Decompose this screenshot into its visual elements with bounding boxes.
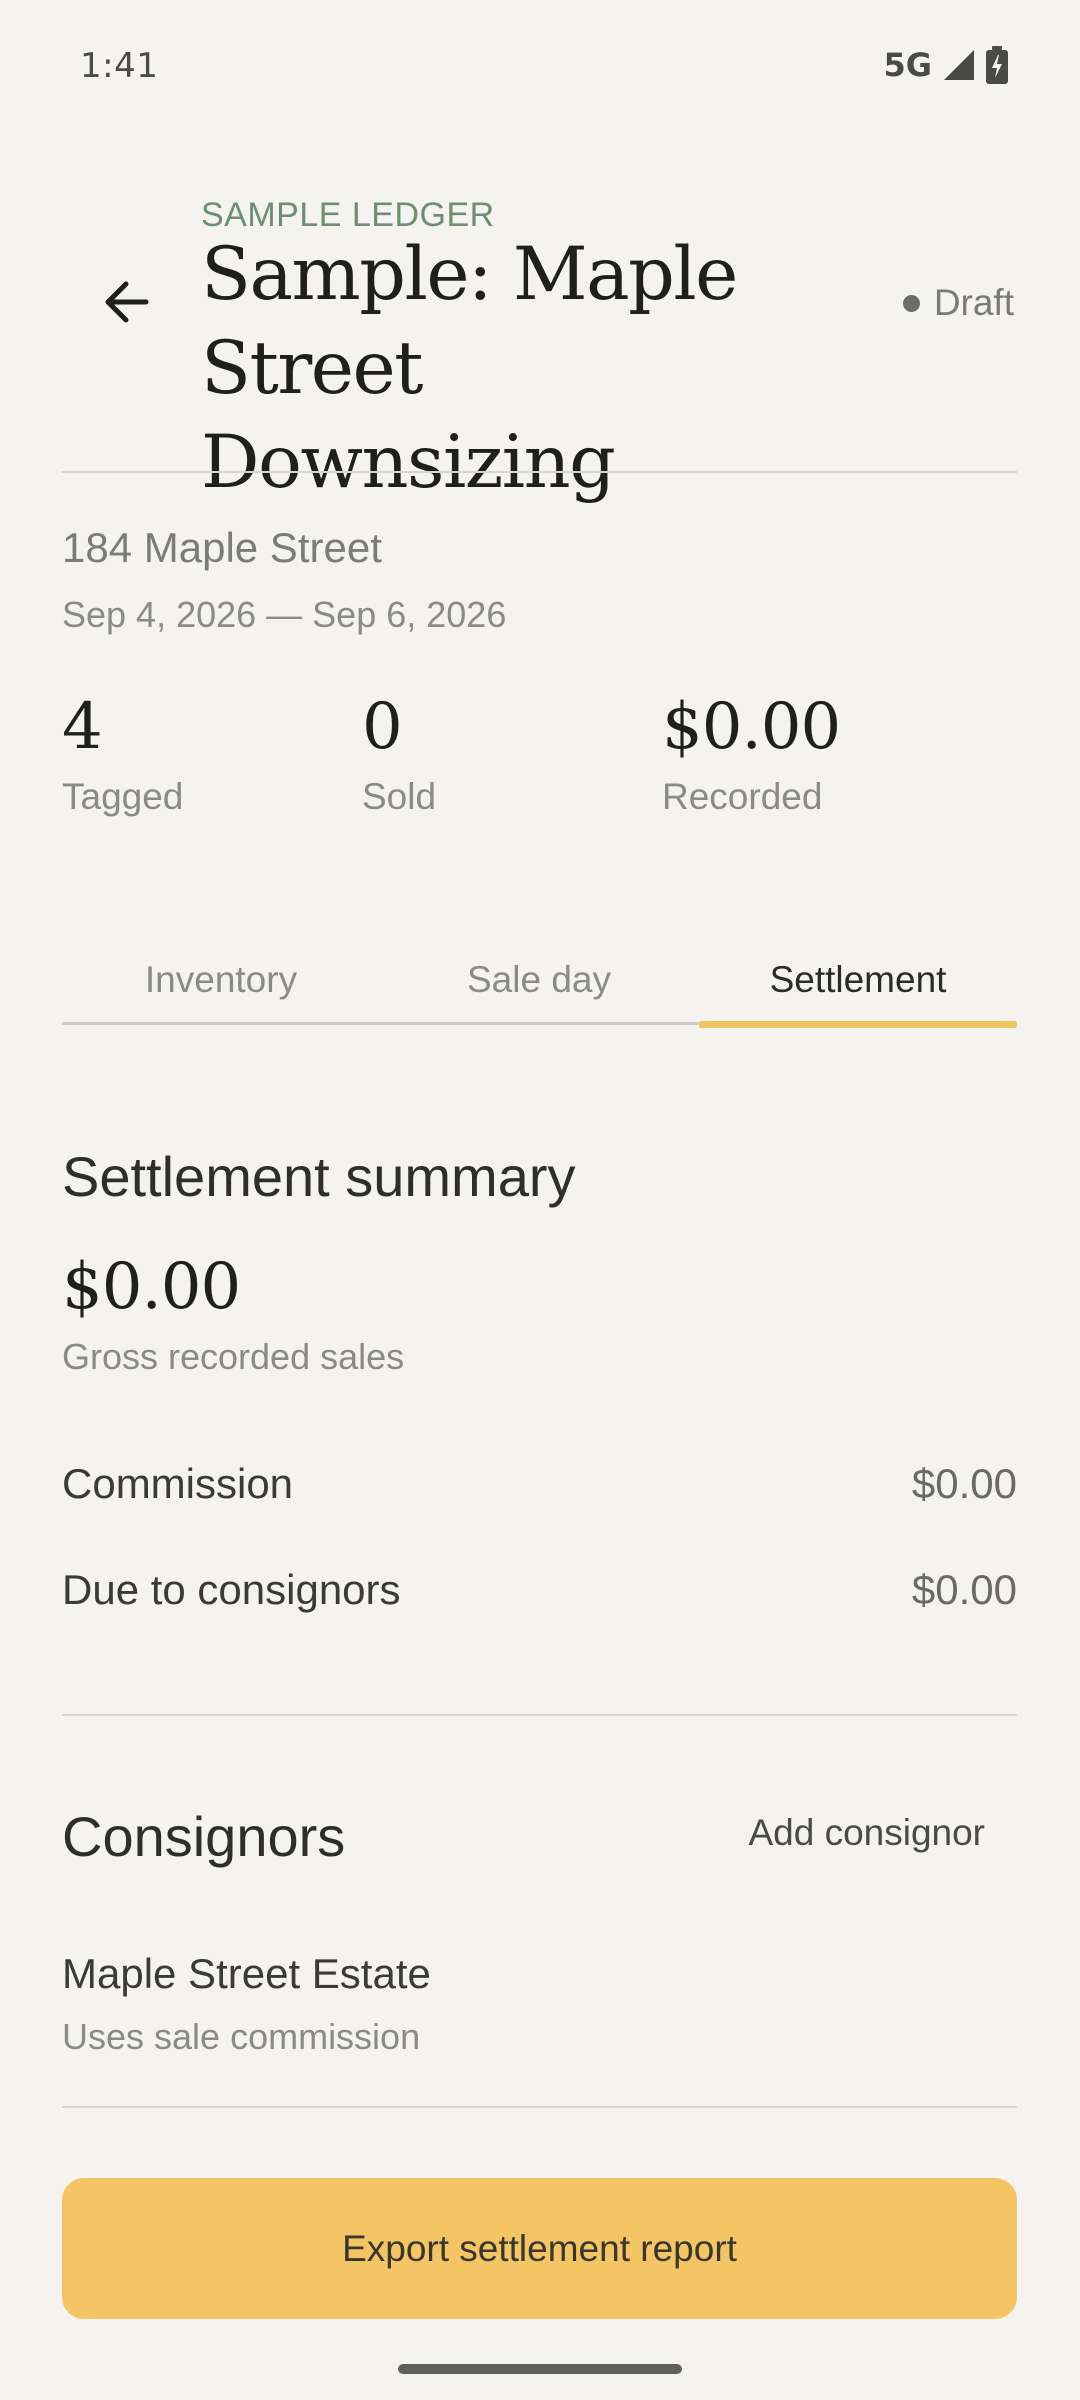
tab-settlement[interactable]: Settlement bbox=[699, 930, 1017, 1030]
due-to-consignors-row: Due to consignors $0.00 bbox=[62, 1566, 1017, 1614]
row-value: $0.00 bbox=[911, 1566, 1017, 1613]
row-label: Due to consignors bbox=[62, 1566, 401, 1613]
summary-divider bbox=[62, 1714, 1017, 1716]
commission-row: Commission $0.00 bbox=[62, 1460, 1017, 1508]
stat-value: 0 bbox=[362, 690, 403, 764]
status-label: Draft bbox=[933, 282, 1014, 323]
header-divider bbox=[62, 471, 1017, 473]
status-badge: Draft bbox=[902, 282, 1014, 324]
status-bar: 1:41 5G bbox=[0, 0, 1080, 130]
status-dot bbox=[902, 294, 920, 312]
tab-active-indicator bbox=[699, 1021, 1017, 1028]
settlement-summary-title: Settlement summary bbox=[62, 1145, 576, 1208]
sale-dates: Sep 4, 2026 — Sep 6, 2026 bbox=[62, 594, 507, 635]
tab-sale-day[interactable]: Sale day bbox=[380, 930, 698, 1030]
tab-inventory[interactable]: Inventory bbox=[62, 930, 380, 1030]
sale-address: 184 Maple Street bbox=[62, 524, 382, 571]
stat-label: Tagged bbox=[62, 776, 184, 817]
battery-charging-icon bbox=[986, 46, 1008, 84]
arrow-left-icon bbox=[105, 281, 149, 323]
gross-amount: $0.00 bbox=[62, 1250, 241, 1324]
home-indicator[interactable] bbox=[398, 2364, 682, 2374]
add-consignor-button[interactable]: Add consignor bbox=[748, 1812, 985, 1854]
stat-value: 4 bbox=[62, 690, 103, 764]
tab-bar: Inventory Sale day Settlement bbox=[62, 930, 1017, 1030]
screen: 1:41 5G SAMPLE LEDGER Sample: Maple Stre… bbox=[0, 0, 1080, 2400]
stat-tagged: 4 Tagged bbox=[62, 690, 183, 818]
consignor-divider bbox=[62, 2106, 1017, 2108]
stat-recorded: $0.00 Recorded bbox=[662, 690, 841, 818]
stat-sold: 0 Sold bbox=[362, 690, 436, 818]
row-value: $0.00 bbox=[911, 1460, 1017, 1507]
stat-value: $0.00 bbox=[662, 690, 841, 764]
consignors-title: Consignors bbox=[62, 1805, 346, 1868]
back-button[interactable] bbox=[96, 272, 156, 332]
network-type: 5G bbox=[883, 46, 932, 84]
signal-icon bbox=[944, 50, 974, 80]
row-label: Commission bbox=[62, 1460, 294, 1507]
status-icons: 5G bbox=[883, 46, 1008, 84]
status-time: 1:41 bbox=[80, 46, 159, 86]
gross-amount-label: Gross recorded sales bbox=[62, 1336, 405, 1377]
consignor-name: Maple Street Estate bbox=[62, 1950, 431, 1997]
stat-label: Recorded bbox=[662, 776, 823, 817]
consignor-detail: Uses sale commission bbox=[62, 2016, 421, 2057]
stat-label: Sold bbox=[362, 776, 437, 817]
page-title: Sample: Maple Street Downsizing bbox=[201, 232, 738, 505]
export-settlement-button[interactable]: Export settlement report bbox=[62, 2178, 1017, 2319]
